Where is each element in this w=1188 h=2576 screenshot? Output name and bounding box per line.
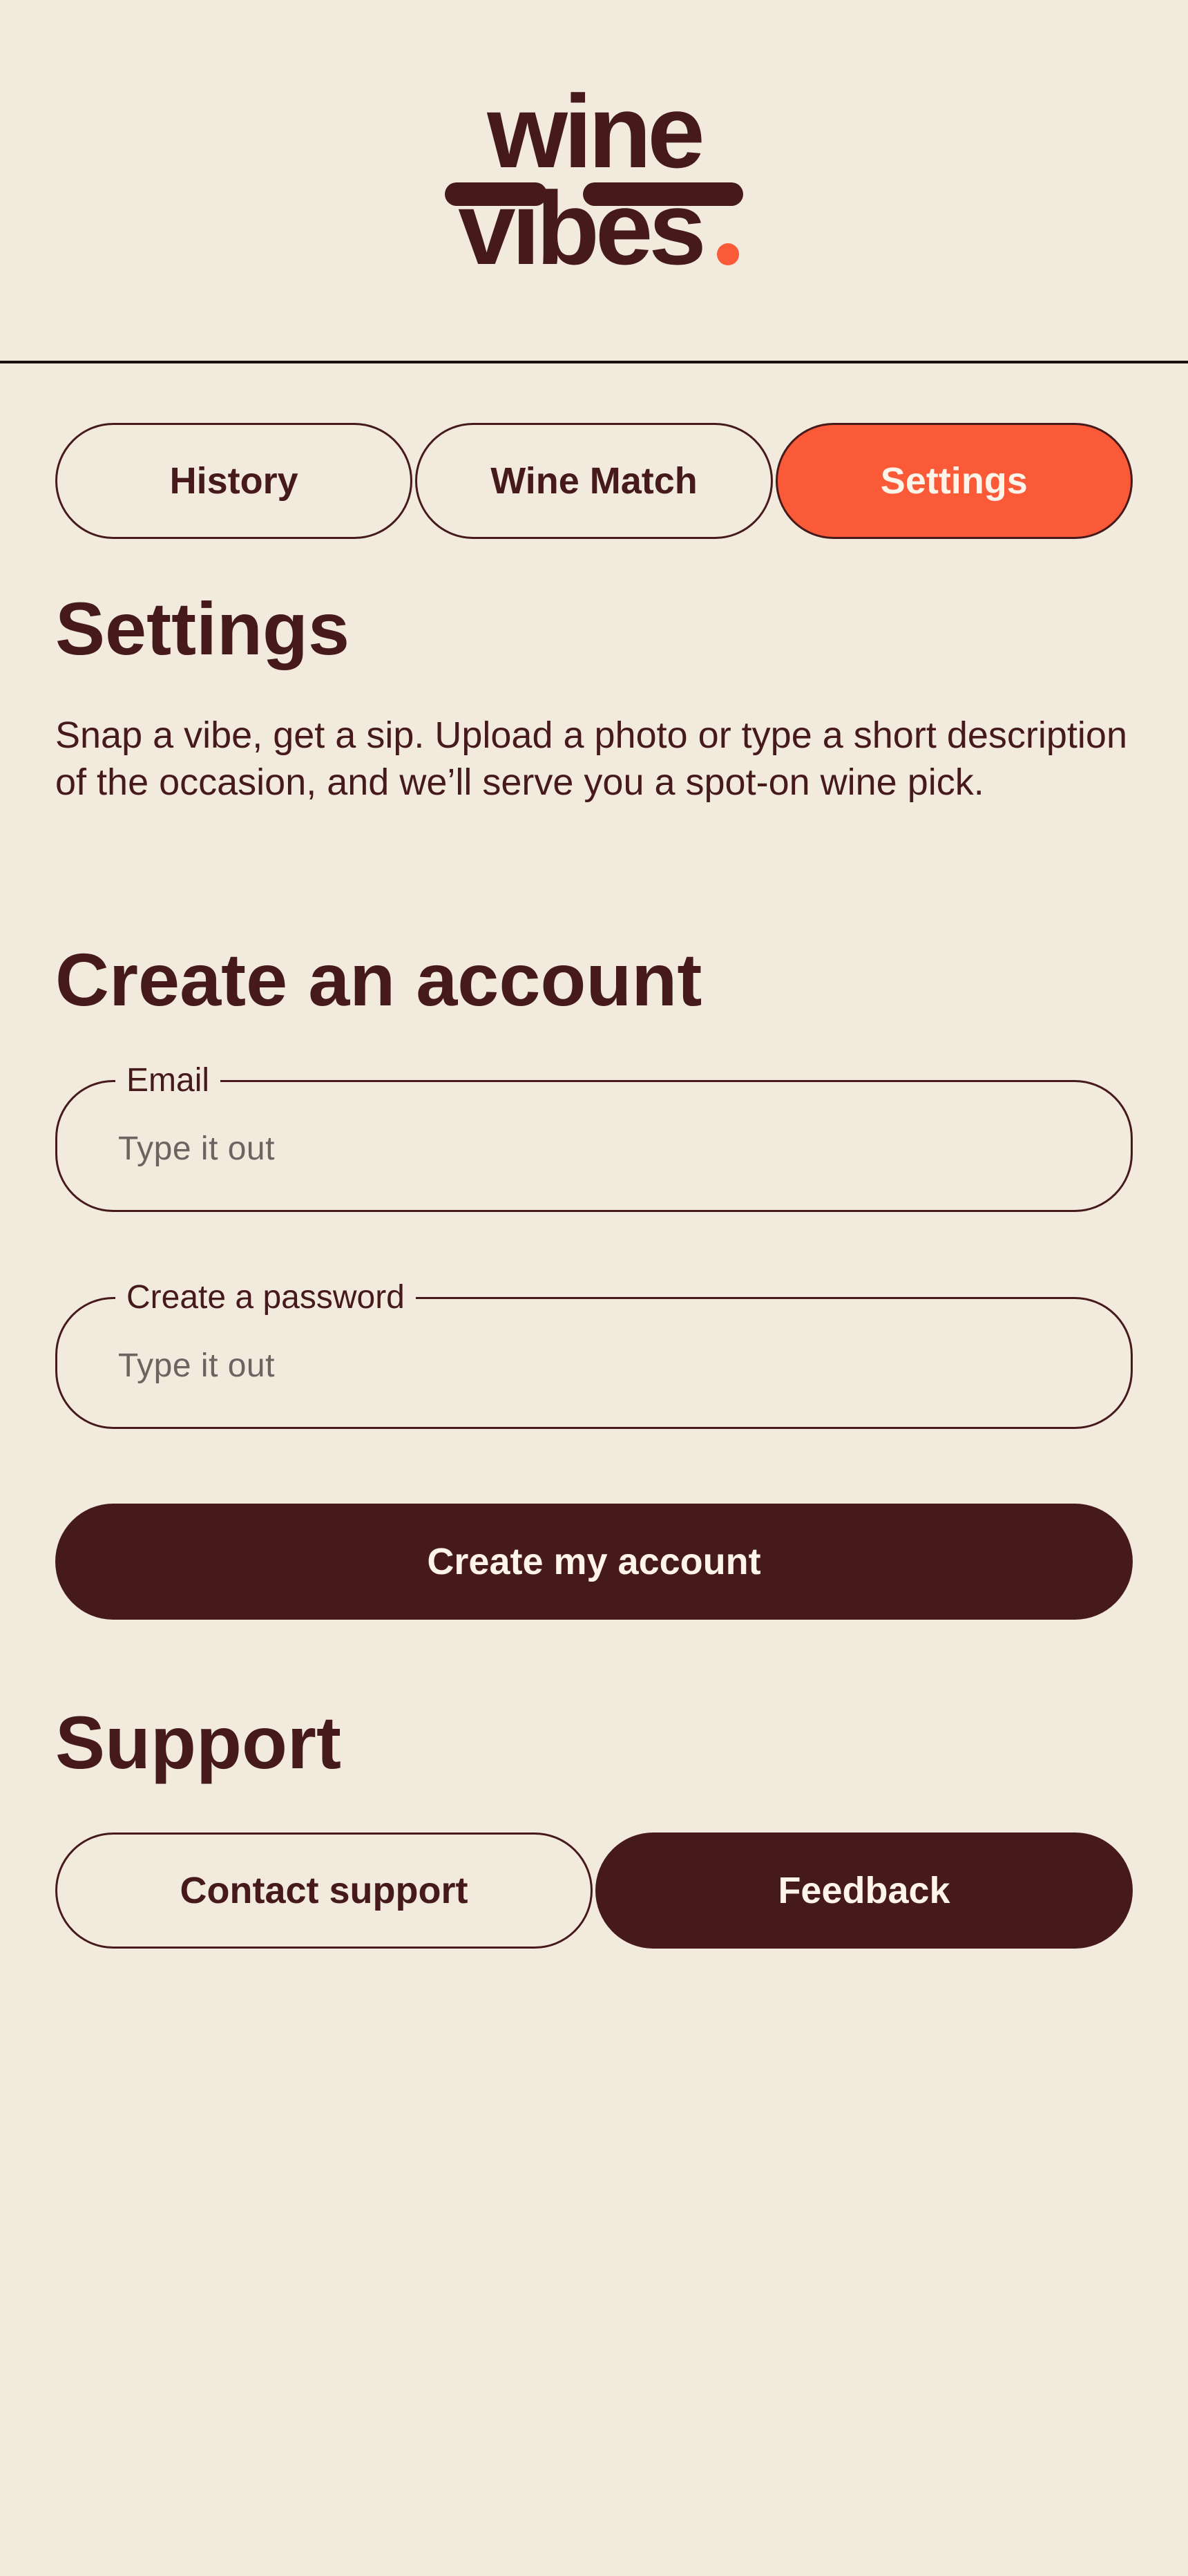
feedback-button[interactable]: Feedback xyxy=(595,1832,1133,1949)
page-intro-text: Snap a vibe, get a sip. Upload a photo o… xyxy=(55,714,1127,803)
tab-history[interactable]: History xyxy=(55,423,413,539)
email-input[interactable] xyxy=(118,1128,1070,1169)
logo-dot xyxy=(717,243,739,265)
create-account-heading: Create an account xyxy=(55,938,702,1021)
logo-word-vibes: vibes xyxy=(458,170,702,276)
email-label: Email xyxy=(126,1062,210,1099)
app-header: wine vibes xyxy=(0,0,1188,363)
tab-wine-match[interactable]: Wine Match xyxy=(415,423,773,539)
main-tabs: History Wine Match Settings xyxy=(55,423,1133,539)
page-title: Settings xyxy=(55,587,350,670)
tab-settings[interactable]: Settings xyxy=(775,423,1133,539)
password-input[interactable] xyxy=(118,1345,1070,1386)
support-heading: Support xyxy=(55,1701,341,1784)
support-actions: Contact support Feedback xyxy=(55,1832,1133,1949)
password-field: Create a password xyxy=(55,1281,1133,1429)
create-account-button[interactable]: Create my account xyxy=(55,1504,1133,1620)
wine-vibes-logo[interactable]: wine vibes xyxy=(442,90,746,276)
contact-support-button[interactable]: Contact support xyxy=(55,1832,593,1949)
logo-graphic: wine vibes xyxy=(445,90,743,276)
settings-page: wine vibes History Wine Match Settings S… xyxy=(0,0,1188,2576)
email-field: Email xyxy=(55,1064,1133,1212)
password-label: Create a password xyxy=(126,1279,405,1316)
